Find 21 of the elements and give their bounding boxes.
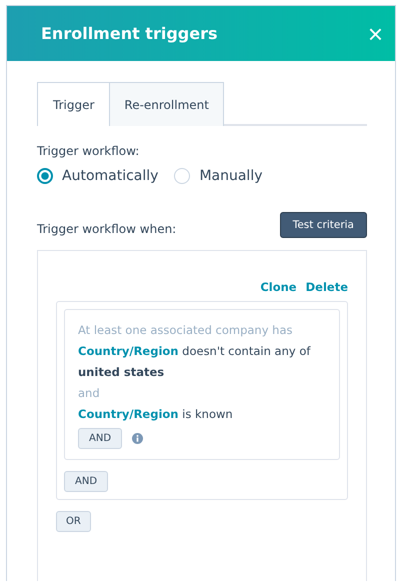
radio-label[interactable]: Automatically — [62, 168, 158, 184]
property-link[interactable]: Country/Region — [78, 344, 178, 358]
and-button[interactable]: AND — [64, 471, 108, 492]
filter-condition: Country/Region is known — [78, 406, 234, 423]
field-label: Trigger workflow when: — [37, 222, 176, 236]
and-button[interactable]: AND — [78, 428, 122, 449]
panel-title: Enrollment triggers — [41, 24, 218, 43]
joiner-text: and — [78, 385, 101, 402]
info-icon[interactable] — [132, 433, 144, 444]
radio-label[interactable]: Manually — [199, 168, 263, 184]
action-link[interactable]: Clone — [260, 280, 297, 294]
action-link[interactable]: Delete — [306, 280, 348, 294]
property-link[interactable]: Country/Region — [78, 407, 178, 421]
tab[interactable]: Trigger — [37, 82, 110, 126]
filter-heading: At least one associated company has — [78, 322, 294, 339]
radio-button[interactable] — [37, 168, 53, 184]
tab[interactable]: Re-enrollment — [109, 82, 224, 126]
filter-condition: Country/Region doesn't contain any of united states — [78, 343, 312, 381]
field-label: Trigger workflow: — [37, 144, 140, 158]
or-button[interactable]: OR — [56, 511, 91, 532]
test-criteria-button[interactable]: Test criteria — [280, 212, 367, 238]
